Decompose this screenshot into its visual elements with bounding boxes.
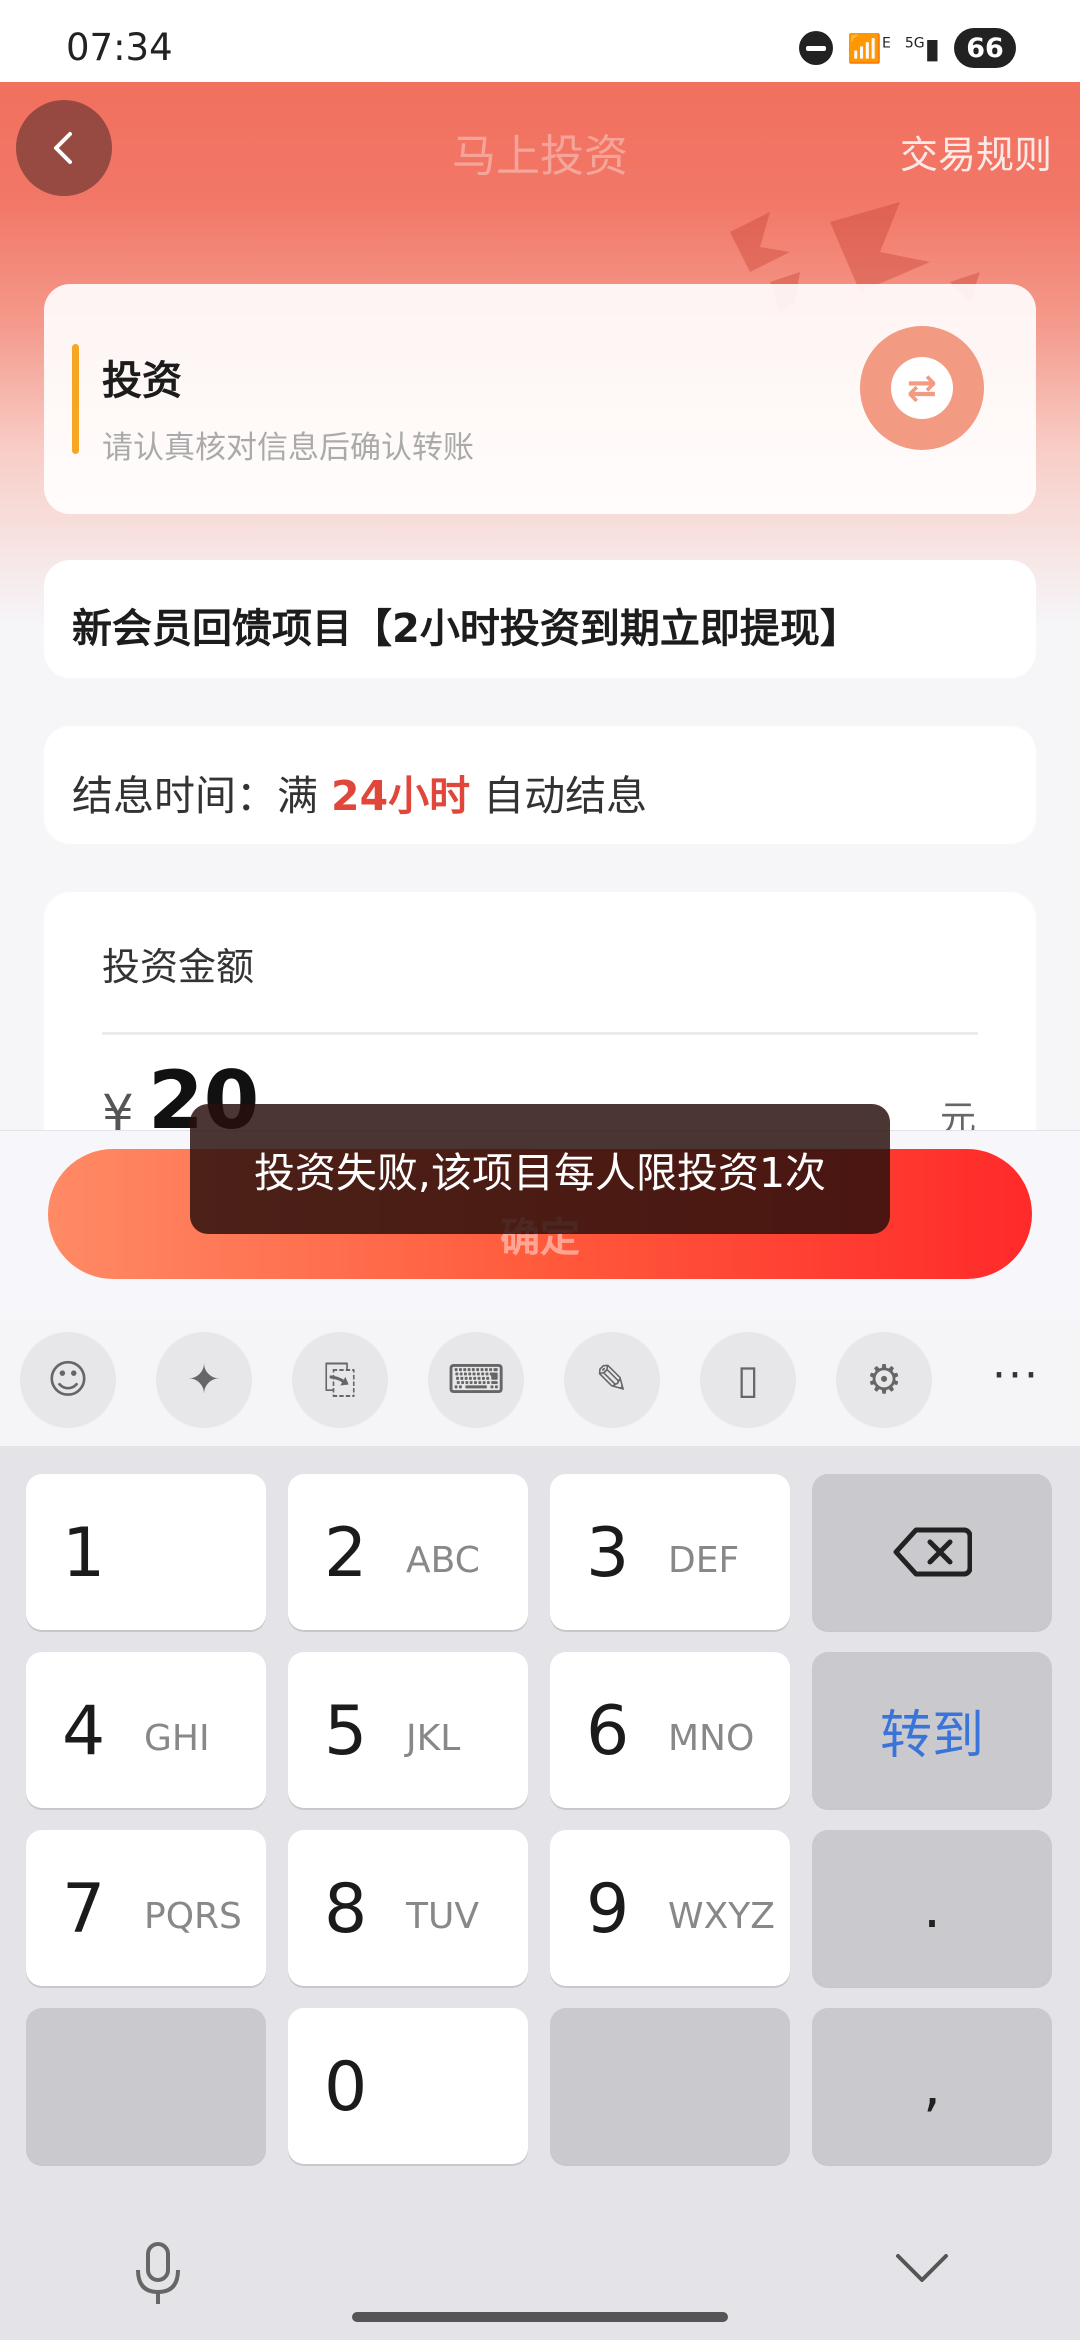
toast-message: 投资失败,该项目每人限投资1次	[253, 1149, 827, 1197]
interest-prefix: 结息时间：满	[72, 772, 318, 820]
handwriting-icon[interactable]: ✎	[564, 1332, 660, 1428]
keyboard-toolbar: ☺ ✦ ⎘ ⌨ ✎ ▯ ⚙ ···	[0, 1320, 1080, 1446]
key-number: 8	[324, 1870, 368, 1949]
key-2[interactable]: 2 ABC	[288, 1474, 528, 1630]
key-number: 9	[586, 1870, 630, 1949]
nav-bar: 马上投资 交易规则	[0, 82, 1080, 312]
more-icon[interactable]: ···	[992, 1350, 1040, 1401]
home-indicator	[352, 2312, 728, 2322]
goto-key[interactable]: 转到	[812, 1652, 1052, 1808]
key-letters: GHI	[144, 1718, 210, 1759]
key-number: 7	[62, 1870, 106, 1949]
battery-indicator: 66	[954, 28, 1016, 68]
status-icons: 📶E 5G▮ 66	[799, 28, 1016, 68]
goto-label: 转到	[879, 1705, 984, 1766]
key-0[interactable]: 0	[288, 2008, 528, 2164]
backspace-icon	[812, 1474, 1052, 1630]
key-number: 1	[62, 1514, 106, 1593]
interest-highlight: 24小时	[331, 772, 471, 820]
key-letters: MNO	[668, 1718, 755, 1759]
microphone-icon[interactable]	[128, 2240, 188, 2308]
swap-icon: ⇄	[891, 357, 953, 419]
chevron-down-icon[interactable]	[892, 2248, 952, 2288]
invest-card-subtitle: 请认真核对信息后确认转账	[102, 430, 474, 466]
error-toast: 投资失败,该项目每人限投资1次	[190, 1104, 890, 1234]
wifi-icon: 📶E	[847, 31, 891, 65]
clipboard-icon[interactable]: ▯	[700, 1332, 796, 1428]
key-6[interactable]: 6 MNO	[550, 1652, 790, 1808]
blank-key-right	[550, 2008, 790, 2164]
key-letters: JKL	[406, 1718, 461, 1759]
emoji-icon[interactable]: ☺	[20, 1332, 116, 1428]
key-number: 3	[586, 1514, 630, 1593]
backspace-key[interactable]	[812, 1474, 1052, 1630]
key-number: 5	[324, 1692, 368, 1771]
wifi-label: E	[881, 35, 891, 52]
key-number: 4	[62, 1692, 106, 1771]
key-number: 2	[324, 1514, 368, 1593]
do-not-disturb-icon	[799, 31, 834, 65]
key-9[interactable]: 9 WXYZ	[550, 1830, 790, 1986]
key-7[interactable]: 7 PQRS	[26, 1830, 266, 1986]
comma-label: ,	[923, 2053, 941, 2119]
invest-card-title: 投资	[102, 358, 182, 404]
transfer-button[interactable]: ⇄	[860, 326, 984, 450]
key-3[interactable]: 3 DEF	[550, 1474, 790, 1630]
key-4[interactable]: 4 GHI	[26, 1652, 266, 1808]
dot-label: .	[923, 1875, 941, 1941]
dot-key[interactable]: .	[812, 1830, 1052, 1986]
invest-card: 投资 请认真核对信息后确认转账 ⇄	[44, 284, 1036, 514]
status-bar: 07:34 📶E 5G▮ 66	[0, 0, 1080, 82]
project-card: 新会员回馈项目【2小时投资到期立即提现】	[44, 560, 1036, 678]
keyboard-icon[interactable]: ⌨	[428, 1332, 524, 1428]
key-8[interactable]: 8 TUV	[288, 1830, 528, 1986]
interest-suffix: 自动结息	[483, 772, 648, 820]
amount-label: 投资金额	[102, 945, 255, 989]
key-letters: ABC	[406, 1540, 480, 1581]
comma-key[interactable]: ,	[812, 2008, 1052, 2164]
key-number: 0	[324, 2048, 368, 2127]
key-5[interactable]: 5 JKL	[288, 1652, 528, 1808]
blank-key-left	[26, 2008, 266, 2164]
key-1[interactable]: 1	[26, 1474, 266, 1630]
numeric-keyboard: 1 2 ABC 3 DEF 4 GHI 5 JKL 6 MNO 转到 7 PQR…	[0, 1446, 1080, 2340]
key-letters: TUV	[406, 1896, 479, 1937]
accent-bar	[72, 344, 79, 454]
interest-row: 结息时间：满 24小时 自动结息	[72, 762, 647, 822]
signal-icon: 5G▮	[904, 31, 940, 65]
translate-icon[interactable]: ⎘	[292, 1332, 388, 1428]
key-letters: WXYZ	[668, 1896, 775, 1937]
amount-divider	[102, 1032, 978, 1035]
signal-label: 5G	[904, 35, 925, 52]
project-name: 新会员回馈项目【2小时投资到期立即提现】	[72, 606, 860, 652]
key-letters: DEF	[668, 1540, 740, 1581]
interest-card: 结息时间：满 24小时 自动结息	[44, 726, 1036, 844]
key-number: 6	[586, 1692, 630, 1771]
gear-icon[interactable]: ⚙	[836, 1332, 932, 1428]
key-letters: PQRS	[144, 1896, 242, 1937]
status-time: 07:34	[66, 26, 173, 69]
sparkle-icon[interactable]: ✦	[156, 1332, 252, 1428]
trading-rules-link[interactable]: 交易规则	[900, 124, 1052, 179]
